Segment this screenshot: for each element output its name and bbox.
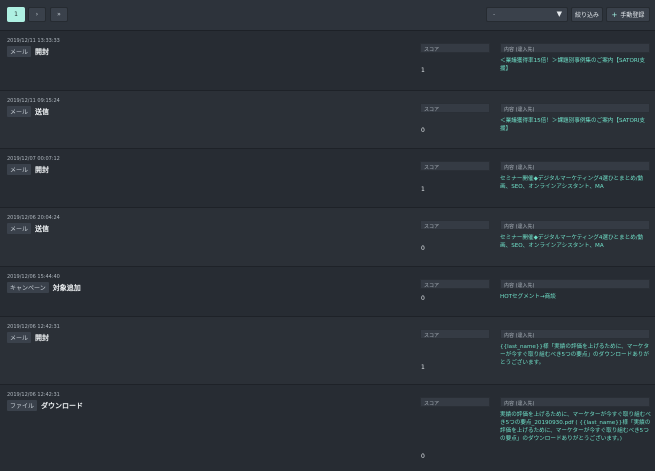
- activity-row: 2019/12/06 12:42:31 メール 開封 スコア 1 内容 (違入先…: [0, 317, 655, 385]
- content-header: 内容 (違入先): [500, 279, 650, 289]
- timestamp: 2019/12/06 20:04:24: [7, 215, 60, 221]
- timestamp: 2019/12/06 12:42:31: [7, 324, 60, 330]
- timestamp: 2019/12/06 12:42:31: [7, 392, 60, 398]
- score-header: スコア: [420, 103, 490, 113]
- plus-icon: +: [611, 10, 618, 19]
- filter-button[interactable]: 絞り込み: [571, 7, 603, 22]
- activity-type: キャンペーン 対象追加: [7, 282, 81, 293]
- content-header: 内容 (違入先): [500, 103, 650, 113]
- content-link[interactable]: HOTセグメント→商談: [500, 293, 651, 301]
- type-tag: キャンペーン: [7, 282, 49, 293]
- content-link[interactable]: ＜業議獲得率15倍！＞課題別事例集のご案内【SATORI支援】: [500, 57, 651, 73]
- action-label: 送信: [35, 107, 50, 116]
- score-header: スコア: [420, 279, 490, 289]
- filter-select-value: -: [493, 11, 496, 18]
- action-label: 対象追加: [52, 283, 81, 292]
- caret-down-icon: ▼: [556, 10, 562, 18]
- content-header: 内容 (違入先): [500, 397, 650, 407]
- activity-type: メール 送信: [7, 223, 49, 234]
- timestamp: 2019/12/07 00:07:12: [7, 156, 60, 162]
- content-link[interactable]: ＜業議獲得率15倍！＞課題別事例集のご案内【SATORI支援】: [500, 117, 651, 133]
- score-value: 0: [421, 245, 425, 252]
- activity-type: ファイル ダウンロード: [7, 400, 83, 411]
- timestamp: 2019/12/06 15:44:40: [7, 274, 60, 280]
- manual-add-button[interactable]: + 手動登録: [606, 7, 650, 22]
- score-header: スコア: [420, 161, 490, 171]
- content-header: 内容 (違入先): [500, 43, 650, 53]
- content-link[interactable]: 実績の評価を上げるために、マーケターが今すぐ取り組むべき5つの要点_201909…: [500, 411, 651, 443]
- score-value: 1: [421, 67, 425, 74]
- score-value: 0: [421, 127, 425, 134]
- score-value: 1: [421, 186, 425, 193]
- activity-type: メール 開封: [7, 164, 49, 175]
- score-header: スコア: [420, 43, 490, 53]
- content-header: 内容 (違入先): [500, 329, 650, 339]
- score-header: スコア: [420, 220, 490, 230]
- last-page-button[interactable]: »: [50, 7, 68, 22]
- content-link[interactable]: セミナー開催◆デジタルマーケティング4選ひとまとめ/動画、SEO、オンラインアシ…: [500, 175, 651, 191]
- action-label: 開封: [35, 333, 50, 342]
- activity-row: 2019/12/11 09:15:24 メール 送信 スコア 0 内容 (違入先…: [0, 91, 655, 149]
- score-header: スコア: [420, 329, 490, 339]
- type-tag: メール: [7, 223, 32, 234]
- activity-type: メール 開封: [7, 46, 49, 57]
- timestamp: 2019/12/11 13:33:33: [7, 38, 60, 44]
- action-label: 送信: [35, 224, 50, 233]
- next-page-button[interactable]: ›: [28, 7, 46, 22]
- action-label: 開封: [35, 47, 50, 56]
- score-value: 0: [421, 453, 425, 460]
- activity-row: 2019/12/06 20:04:24 メール 送信 スコア 0 内容 (違入先…: [0, 208, 655, 267]
- activity-row: 2019/12/07 00:07:12 メール 開封 スコア 1 内容 (違入先…: [0, 149, 655, 208]
- action-label: ダウンロード: [41, 401, 84, 410]
- score-header: スコア: [420, 397, 490, 407]
- activity-type: メール 送信: [7, 106, 49, 117]
- activity-row: 2019/12/06 12:42:31 ファイル ダウンロード スコア 0 内容…: [0, 385, 655, 471]
- timestamp: 2019/12/11 09:15:24: [7, 98, 60, 104]
- activity-row: 2019/12/11 13:33:33 メール 開封 スコア 1 内容 (違入先…: [0, 31, 655, 91]
- type-tag: メール: [7, 46, 32, 57]
- activity-row: 2019/12/06 15:44:40 キャンペーン 対象追加 スコア 0 内容…: [0, 267, 655, 317]
- type-tag: メール: [7, 106, 32, 117]
- content-link[interactable]: {{last_name}}様「実績の評価を上げるために、マーケターが今すぐ取り組…: [500, 343, 651, 367]
- score-value: 1: [421, 364, 425, 371]
- manual-add-label: 手動登録: [620, 12, 645, 19]
- page-1-button[interactable]: 1: [7, 7, 25, 22]
- filter-button-label: 絞り込み: [574, 12, 599, 19]
- content-header: 内容 (違入先): [500, 220, 650, 230]
- content-header: 内容 (違入先): [500, 161, 650, 171]
- type-tag: メール: [7, 332, 32, 343]
- action-label: 開封: [35, 165, 50, 174]
- toolbar: 1 › » - ▼ 絞り込み + 手動登録: [0, 0, 655, 31]
- filter-select[interactable]: - ▼: [486, 7, 568, 22]
- content-link[interactable]: セミナー開催◆デジタルマーケティング4選ひとまとめ/動画、SEO、オンラインアシ…: [500, 234, 651, 250]
- activity-type: メール 開封: [7, 332, 49, 343]
- score-value: 0: [421, 295, 425, 302]
- type-tag: メール: [7, 164, 32, 175]
- type-tag: ファイル: [7, 400, 38, 411]
